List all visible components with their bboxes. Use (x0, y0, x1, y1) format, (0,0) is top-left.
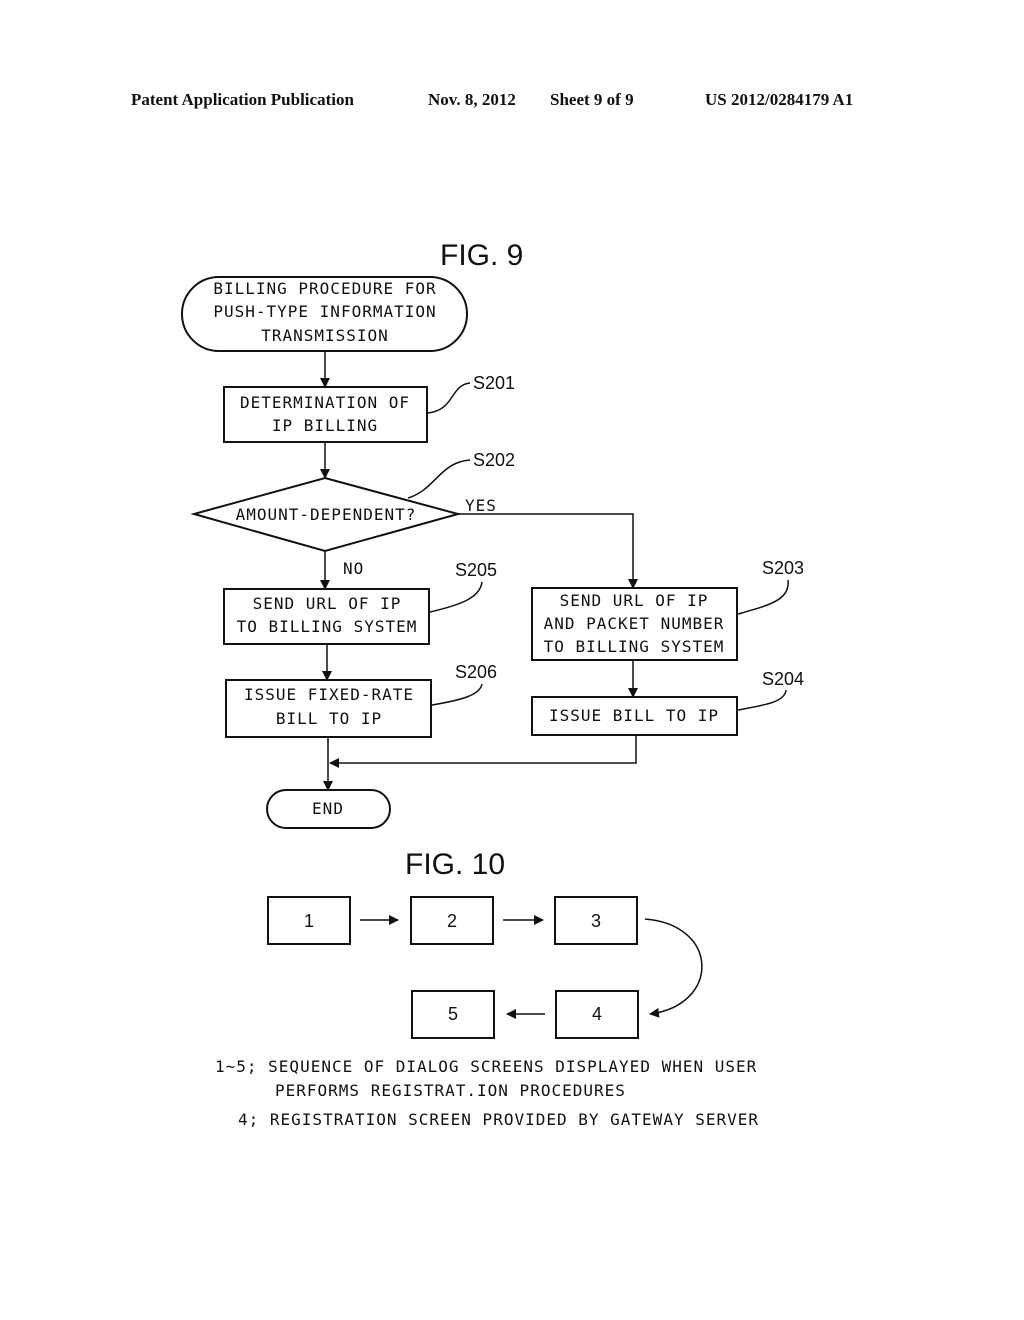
s202-question: AMOUNT-DEPENDENT? (236, 505, 417, 524)
s203-line-2: AND PACKET NUMBER (544, 614, 725, 633)
legend-line-2: PERFORMS REGISTRAT.ION PROCEDURES (275, 1081, 626, 1100)
patent-drawing: FIG. 9 BILLING PROCEDURE FOR PUSH-TYPE I… (181, 239, 804, 1129)
s206-line-2: BILL TO IP (276, 709, 382, 728)
screen-5: 5 (411, 990, 495, 1039)
s206-leader (431, 683, 483, 706)
no-label: NO (343, 559, 364, 578)
s201-label: S201 (473, 373, 515, 393)
screen-4: 4 (555, 990, 639, 1039)
s201-line-1: DETERMINATION OF (240, 393, 410, 412)
start-line-2: PUSH-TYPE INFORMATION (213, 302, 436, 321)
end-terminal: END (266, 789, 391, 829)
screen-2: 2 (410, 896, 494, 945)
s205-line-1: SEND URL OF IP (253, 594, 402, 613)
end-label: END (312, 799, 344, 818)
fig9-title: FIG. 9 (440, 239, 523, 272)
s202-leader (407, 459, 471, 499)
s204-leader (737, 689, 787, 711)
s206-line-1: ISSUE FIXED-RATE (244, 685, 414, 704)
step-s201: DETERMINATION OF IP BILLING S201 (223, 373, 515, 443)
s206-label: S206 (455, 662, 497, 682)
s204-line-1: ISSUE BILL TO IP (549, 706, 719, 725)
s201-leader (427, 382, 471, 414)
s202-label: S202 (473, 450, 515, 470)
legend-line-3: 4; REGISTRATION SCREEN PROVIDED BY GATEW… (238, 1110, 759, 1129)
legend-line-1: 1~5; SEQUENCE OF DIALOG SCREENS DISPLAYE… (215, 1057, 757, 1076)
fig10-title: FIG. 10 (405, 848, 505, 881)
step-s204: ISSUE BILL TO IP S204 (531, 669, 804, 736)
arrow-s204-merge (329, 735, 637, 768)
step-s203: SEND URL OF IP AND PACKET NUMBER TO BILL… (531, 558, 804, 661)
s201-line-2: IP BILLING (272, 416, 378, 435)
arrow-3-4 (644, 918, 703, 1018)
s205-line-2: TO BILLING SYSTEM (237, 617, 418, 636)
s203-line-3: TO BILLING SYSTEM (544, 637, 725, 656)
screen-5-label: 5 (448, 1004, 458, 1024)
s203-label: S203 (762, 558, 804, 578)
screen-1: 1 (267, 896, 351, 945)
start-terminal: BILLING PROCEDURE FOR PUSH-TYPE INFORMAT… (181, 276, 468, 352)
screen-1-label: 1 (304, 911, 314, 931)
yes-label: YES (465, 496, 497, 515)
screen-4-label: 4 (592, 1004, 602, 1024)
start-line-1: BILLING PROCEDURE FOR (213, 279, 436, 298)
screen-3-label: 3 (591, 911, 601, 931)
s205-label: S205 (455, 560, 497, 580)
s204-label: S204 (762, 669, 804, 689)
step-s206: ISSUE FIXED-RATE BILL TO IP S206 (225, 662, 497, 738)
s203-line-1: SEND URL OF IP (560, 591, 709, 610)
screen-2-label: 2 (447, 911, 457, 931)
s203-leader (737, 579, 789, 615)
start-line-3: TRANSMISSION (261, 326, 389, 345)
screen-3: 3 (554, 896, 638, 945)
s205-leader (429, 581, 483, 613)
